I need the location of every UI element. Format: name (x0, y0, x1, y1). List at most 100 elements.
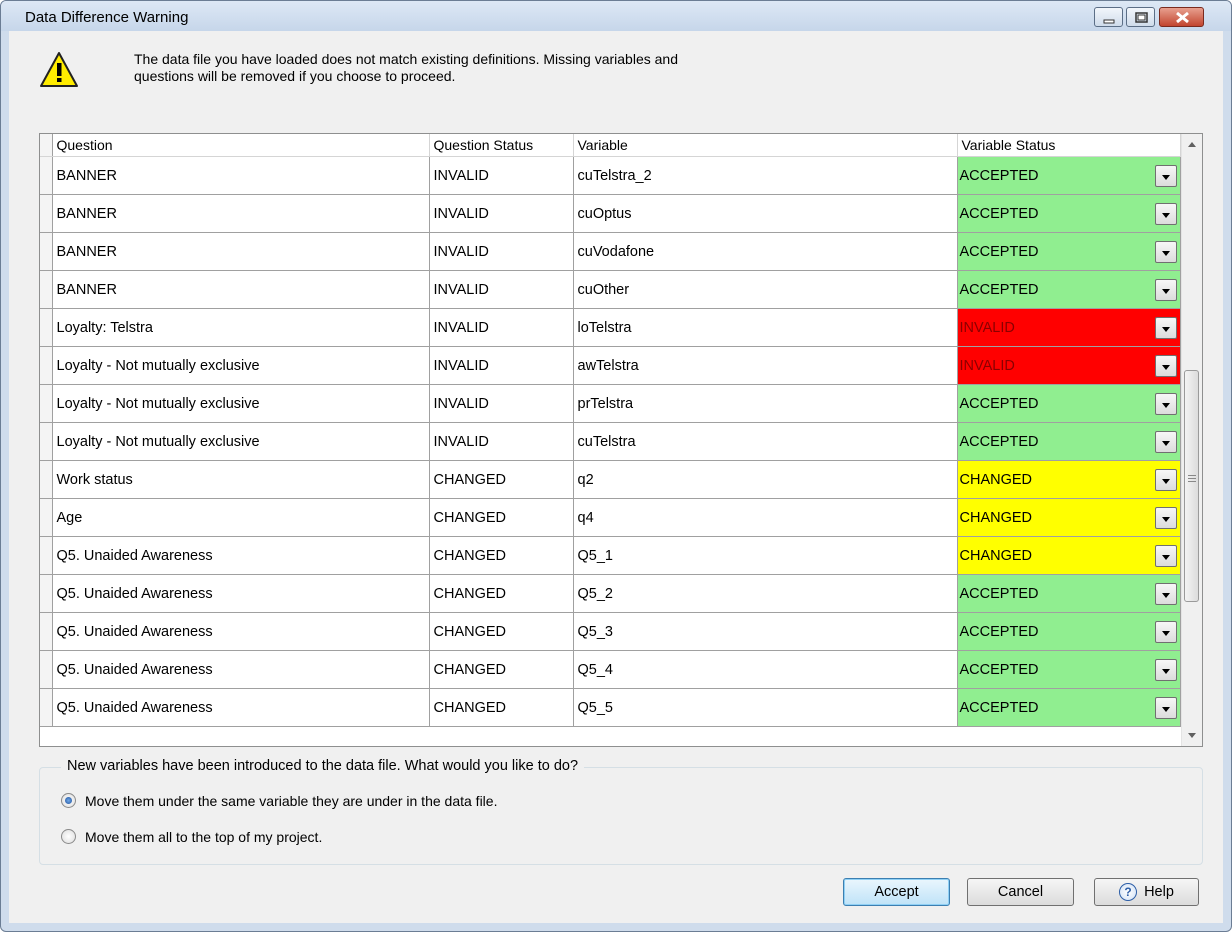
variable-status-dropdown[interactable]: ACCEPTED (957, 688, 1181, 727)
dropdown-arrow-icon[interactable] (1154, 621, 1177, 643)
table-row[interactable]: BANNER INVALID cuOptus ACCEPTED (40, 194, 1181, 233)
table-row[interactable]: Work status CHANGED q2 CHANGED (40, 460, 1181, 499)
column-header-variable[interactable]: Variable (573, 134, 958, 157)
variable-status-dropdown[interactable]: ACCEPTED (957, 650, 1181, 689)
radio-button[interactable] (61, 829, 76, 844)
question-cell[interactable]: Work status (52, 460, 430, 499)
table-row[interactable]: Q5. Unaided Awareness CHANGED Q5_2 ACCEPTED (40, 574, 1181, 613)
table-row[interactable]: Loyalty: Telstra INVALID loTelstra INVALID (40, 308, 1181, 347)
variable-cell[interactable]: q2 (573, 460, 958, 499)
variable-cell[interactable]: cuTelstra_2 (573, 156, 958, 195)
scroll-down-arrow[interactable] (1182, 726, 1202, 746)
variable-cell[interactable]: q4 (573, 498, 958, 537)
variable-cell[interactable]: cuOther (573, 270, 958, 309)
question-cell[interactable]: Q5. Unaided Awareness (52, 688, 430, 727)
variable-cell[interactable]: awTelstra (573, 346, 958, 385)
close-button[interactable] (1159, 7, 1204, 27)
row-header[interactable] (40, 460, 53, 499)
help-button[interactable]: ? Help (1094, 878, 1199, 906)
question-cell[interactable]: BANNER (52, 270, 430, 309)
row-header[interactable] (40, 270, 53, 309)
dropdown-arrow-icon[interactable] (1154, 507, 1177, 529)
variable-status-dropdown[interactable]: ACCEPTED (957, 270, 1181, 309)
question-status-cell[interactable]: CHANGED (429, 498, 574, 537)
dropdown-arrow-icon[interactable] (1154, 279, 1177, 301)
table-row[interactable]: Age CHANGED q4 CHANGED (40, 498, 1181, 537)
question-status-cell[interactable]: CHANGED (429, 536, 574, 575)
question-cell[interactable]: Loyalty - Not mutually exclusive (52, 422, 430, 461)
row-header[interactable] (40, 574, 53, 613)
question-cell[interactable]: Loyalty: Telstra (52, 308, 430, 347)
dropdown-arrow-icon[interactable] (1154, 165, 1177, 187)
column-header-question-status[interactable]: Question Status (429, 134, 574, 157)
variable-status-dropdown[interactable]: INVALID (957, 308, 1181, 347)
variable-status-dropdown[interactable]: ACCEPTED (957, 422, 1181, 461)
radio-option-same-variable[interactable]: Move them under the same variable they a… (61, 793, 497, 809)
variable-status-dropdown[interactable]: ACCEPTED (957, 384, 1181, 423)
variable-status-dropdown[interactable]: ACCEPTED (957, 232, 1181, 271)
variable-cell[interactable]: loTelstra (573, 308, 958, 347)
table-row[interactable]: Q5. Unaided Awareness CHANGED Q5_4 ACCEPTED (40, 650, 1181, 689)
variable-status-dropdown[interactable]: CHANGED (957, 536, 1181, 575)
question-status-cell[interactable]: CHANGED (429, 460, 574, 499)
dropdown-arrow-icon[interactable] (1154, 545, 1177, 567)
variable-status-dropdown[interactable]: ACCEPTED (957, 574, 1181, 613)
vertical-scrollbar[interactable] (1181, 134, 1202, 746)
table-row[interactable]: Q5. Unaided Awareness CHANGED Q5_1 CHANGED (40, 536, 1181, 575)
question-status-cell[interactable]: INVALID (429, 346, 574, 385)
row-header[interactable] (40, 612, 53, 651)
question-cell[interactable]: Q5. Unaided Awareness (52, 574, 430, 613)
row-header[interactable] (40, 156, 53, 195)
question-cell[interactable]: BANNER (52, 194, 430, 233)
dropdown-arrow-icon[interactable] (1154, 317, 1177, 339)
variable-status-dropdown[interactable]: CHANGED (957, 498, 1181, 537)
variable-cell[interactable]: Q5_3 (573, 612, 958, 651)
dropdown-arrow-icon[interactable] (1154, 697, 1177, 719)
question-status-cell[interactable]: CHANGED (429, 574, 574, 613)
column-header-variable-status[interactable]: Variable Status (957, 134, 1181, 157)
data-grid[interactable]: Question Question Status Variable Variab… (39, 133, 1203, 747)
table-row[interactable]: BANNER INVALID cuVodafone ACCEPTED (40, 232, 1181, 271)
question-status-cell[interactable]: INVALID (429, 194, 574, 233)
question-status-cell[interactable]: INVALID (429, 156, 574, 195)
scroll-up-arrow[interactable] (1182, 134, 1202, 154)
question-status-cell[interactable]: CHANGED (429, 650, 574, 689)
table-row[interactable]: Q5. Unaided Awareness CHANGED Q5_5 ACCEPTED (40, 688, 1181, 727)
variable-cell[interactable]: cuOptus (573, 194, 958, 233)
variable-status-dropdown[interactable]: ACCEPTED (957, 612, 1181, 651)
question-cell[interactable]: BANNER (52, 156, 430, 195)
question-cell[interactable]: Age (52, 498, 430, 537)
question-status-cell[interactable]: INVALID (429, 232, 574, 271)
question-status-cell[interactable]: CHANGED (429, 688, 574, 727)
row-header[interactable] (40, 688, 53, 727)
variable-status-dropdown[interactable]: ACCEPTED (957, 156, 1181, 195)
dropdown-arrow-icon[interactable] (1154, 203, 1177, 225)
accept-button[interactable]: Accept (843, 878, 950, 906)
row-header[interactable] (40, 232, 53, 271)
table-row[interactable]: BANNER INVALID cuTelstra_2 ACCEPTED (40, 156, 1181, 195)
table-row[interactable]: Q5. Unaided Awareness CHANGED Q5_3 ACCEPTED (40, 612, 1181, 651)
question-cell[interactable]: BANNER (52, 232, 430, 271)
table-row[interactable]: BANNER INVALID cuOther ACCEPTED (40, 270, 1181, 309)
question-status-cell[interactable]: INVALID (429, 384, 574, 423)
variable-status-dropdown[interactable]: ACCEPTED (957, 194, 1181, 233)
variable-cell[interactable]: cuVodafone (573, 232, 958, 271)
question-status-cell[interactable]: CHANGED (429, 612, 574, 651)
dropdown-arrow-icon[interactable] (1154, 469, 1177, 491)
dropdown-arrow-icon[interactable] (1154, 355, 1177, 377)
row-header[interactable] (40, 498, 53, 537)
column-header-question[interactable]: Question (52, 134, 430, 157)
variable-cell[interactable]: Q5_2 (573, 574, 958, 613)
row-header[interactable] (40, 308, 53, 347)
variable-cell[interactable]: Q5_1 (573, 536, 958, 575)
title-bar[interactable]: Data Difference Warning (1, 1, 1231, 31)
table-row[interactable]: Loyalty - Not mutually exclusive INVALID p… (40, 384, 1181, 423)
row-header[interactable] (40, 422, 53, 461)
row-header[interactable] (40, 384, 53, 423)
table-row[interactable]: Loyalty - Not mutually exclusive INVALID a… (40, 346, 1181, 385)
question-cell[interactable]: Q5. Unaided Awareness (52, 650, 430, 689)
radio-option-top-of-project[interactable]: Move them all to the top of my project. (61, 829, 322, 845)
row-header[interactable] (40, 536, 53, 575)
question-status-cell[interactable]: INVALID (429, 308, 574, 347)
question-cell[interactable]: Loyalty - Not mutually exclusive (52, 346, 430, 385)
